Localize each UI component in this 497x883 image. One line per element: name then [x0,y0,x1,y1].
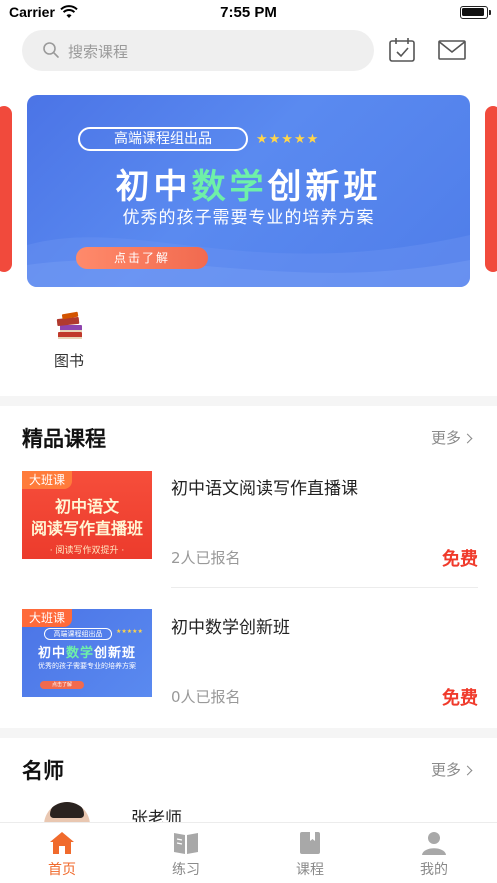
section-divider [0,728,497,738]
avatar-hair [50,802,84,818]
search-placeholder: 搜索课程 [68,43,129,61]
carousel-prev-slide[interactable] [0,106,12,272]
category-books[interactable]: 图书 [44,310,94,371]
banner-title-highlight: 数学 [191,167,268,207]
thumb-title: 初中数学创新班 [22,642,152,661]
thumb-stars: ★★★★★ [116,628,143,635]
chevron-right-icon [462,765,473,776]
teachers-more-label: 更多 [430,761,461,779]
tab-bar: 首页 练习 课程 我的 [0,822,497,883]
thumb-line2: 阅读写作直播班 [30,519,143,538]
tab-home[interactable]: 首页 [22,831,102,879]
thumb-title-suffix: 创新班 [94,646,137,661]
carousel-next-slide[interactable] [485,106,497,272]
search-icon [43,42,59,58]
tab-label: 课程 [296,862,324,878]
tab-courses[interactable]: 课程 [270,831,350,879]
section-title-premium: 精品课程 [22,427,106,451]
thumb-line3: · 阅读写作双提升 · [49,546,125,556]
status-bar: Carrier 7:55 PM [0,0,497,24]
tab-label: 练习 [172,862,200,878]
course-enrolled: 0人已报名 [171,688,241,706]
chevron-right-icon [462,433,473,444]
course-item[interactable]: 大班课 初中语文 阅读写作直播班 · 阅读写作双提升 · 初中语文阅读写作直播课… [0,462,497,602]
course-divider [171,587,478,588]
course-book-icon [300,832,320,854]
course-badge: 大班课 [22,609,72,627]
premium-more-label: 更多 [430,429,461,447]
search-input[interactable]: 搜索课程 [22,30,374,71]
tab-label: 我的 [420,862,448,878]
banner-stars: ★★★★★ [256,132,320,147]
banner-title: 初中数学创新班 [27,159,470,208]
category-label: 图书 [53,352,84,370]
calendar-check-icon[interactable] [388,36,416,64]
thumb-cta: 点击了解 [40,681,84,689]
tab-label: 首页 [48,862,76,878]
course-item[interactable]: 大班课 高端课程组出品 ★★★★★ 初中数学创新班 优秀的孩子需要专业的培养方案… [0,601,497,741]
course-thumbnail: 大班课 初中语文 阅读写作直播班 · 阅读写作双提升 · [22,471,152,559]
tab-profile[interactable]: 我的 [394,831,474,879]
course-name: 初中数学创新班 [171,618,290,638]
thumb-title-prefix: 初中 [37,646,66,661]
course-name: 初中语文阅读写作直播课 [171,479,358,499]
teachers-more-link[interactable]: 更多 [430,759,473,780]
books-icon [56,311,82,339]
course-enrolled: 2人已报名 [171,549,241,567]
banner-title-prefix: 初中 [115,167,192,207]
banner-title-suffix: 创新班 [267,167,382,207]
person-icon [422,832,446,855]
battery-icon [460,6,491,19]
clock: 7:55 PM [220,4,277,21]
banner-subtitle: 优秀的孩子需要专业的培养方案 [122,208,375,228]
tab-practice[interactable]: 练习 [146,831,226,879]
course-price: 免费 [442,549,478,570]
banner-tag-label: 高端课程组出品 [78,127,248,151]
section-divider [0,396,497,406]
premium-more-link[interactable]: 更多 [430,427,473,448]
home-icon [50,832,74,854]
banner-cta-button[interactable]: 点击了解 [76,247,208,269]
course-price: 免费 [442,688,478,709]
course-badge: 大班课 [22,471,72,489]
mail-icon[interactable] [438,36,466,64]
course-thumbnail: 大班课 高端课程组出品 ★★★★★ 初中数学创新班 优秀的孩子需要专业的培养方案… [22,609,152,697]
banner-content: 高端课程组出品 ★★★★★ 初中数学创新班 优秀的孩子需要专业的培养方案 点击了… [27,95,470,287]
book-open-icon [174,833,198,854]
thumb-line1: 初中语文 [54,497,119,516]
section-title-teachers: 名师 [22,759,64,783]
thumb-subtitle: 优秀的孩子需要专业的培养方案 [38,662,136,670]
thumb-tag: 高端课程组出品 [44,628,112,640]
thumb-title-highlight: 数学 [65,646,94,661]
